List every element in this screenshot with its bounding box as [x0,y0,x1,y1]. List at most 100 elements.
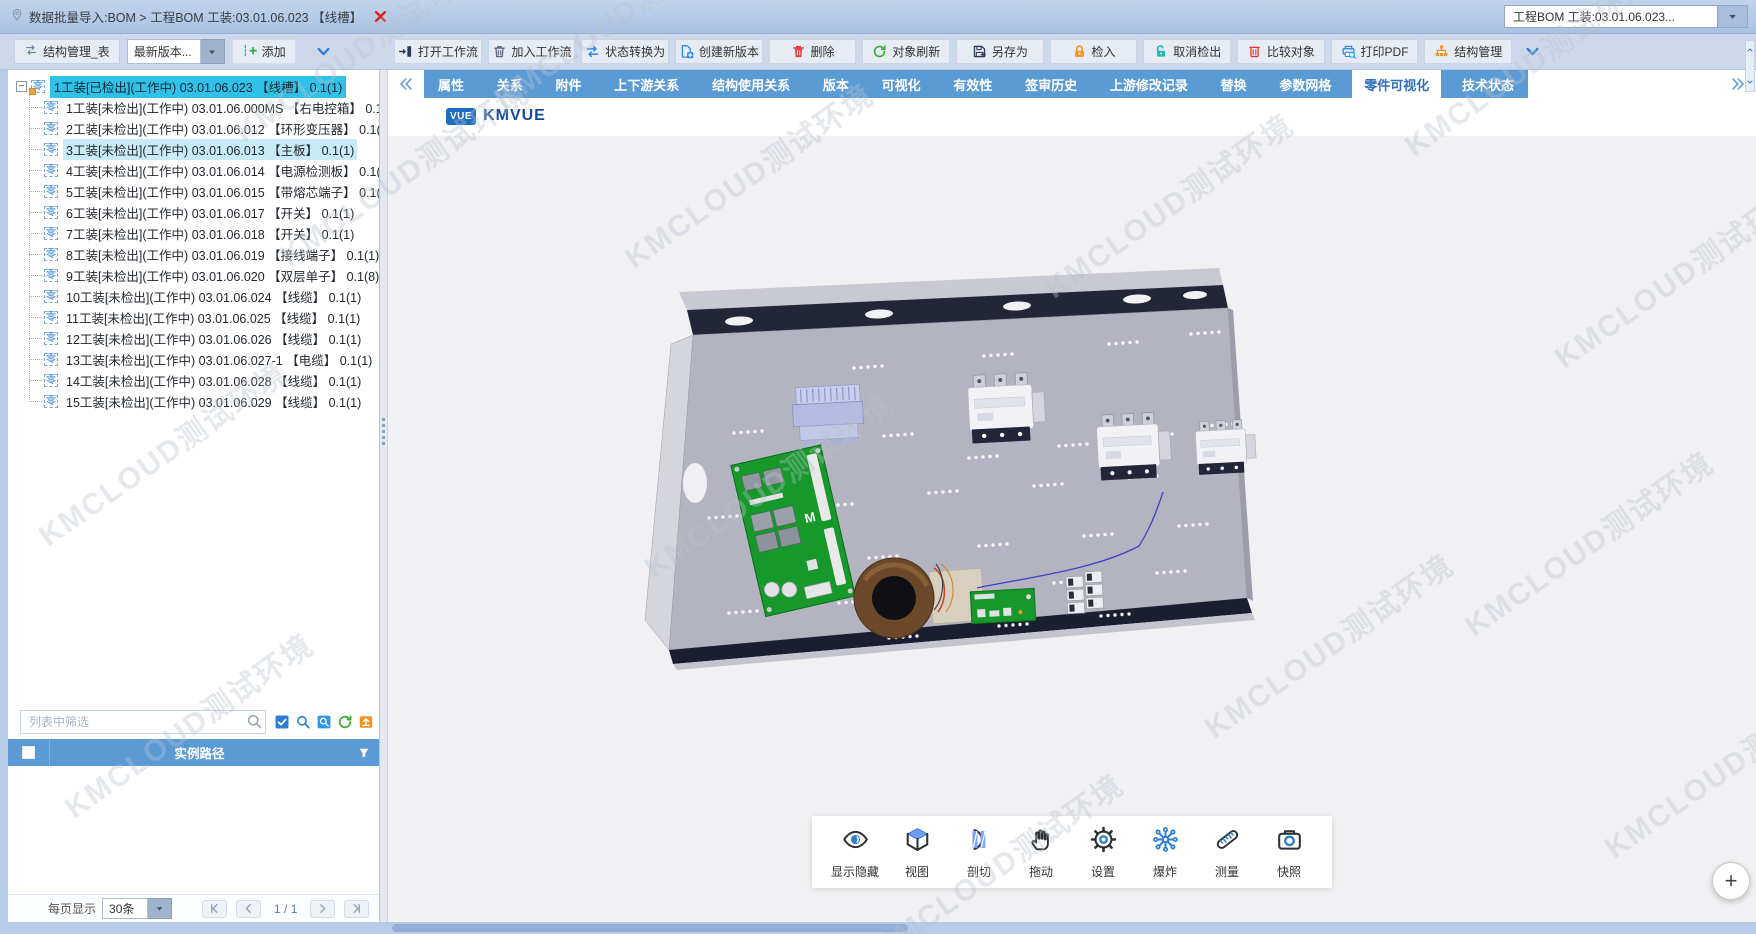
tab-13[interactable]: 技术状态 [1450,70,1526,98]
3d-model-enclosure[interactable]: M [639,268,1279,698]
zoom-plus-button[interactable]: + [1712,862,1750,900]
tree-item-14[interactable]: 零14工装[未检出](工作中) 03.01.06.028 【线缆】 0.1(1) [29,370,379,391]
context-selector-arrow[interactable] [1718,5,1748,28]
structure-table-button[interactable]: 结构管理_表 [14,39,120,64]
tab-6[interactable]: 可视化 [870,70,933,98]
tab-9[interactable]: 上游修改记录 [1098,70,1200,98]
viewer-tool-explode[interactable]: 爆炸 [1134,826,1196,880]
tab-1[interactable]: 关系 [485,70,535,98]
toolbar-button-state-transform[interactable]: 状态转换为 [581,39,669,64]
search-icon[interactable] [246,713,263,733]
tree-item-10[interactable]: 零10工装[未检出](工作中) 03.01.06.024 【线缆】 0.1(1) [29,286,379,307]
left-toolbar-overflow-chevron-icon[interactable] [315,43,332,60]
viewer-tool-settings-gear[interactable]: 设置 [1072,826,1134,880]
toolbar-button-new-version[interactable]: 创建新版本 [675,39,763,64]
viewer-tool-visibility[interactable]: 显示隐藏 [824,826,886,880]
toolbar-button-print-pdf[interactable]: 打印PDF [1331,39,1419,64]
view-cube-icon [904,826,931,856]
last-page-button[interactable] [344,900,369,918]
tree-item-15[interactable]: 零15工装[未检出](工作中) 03.01.06.029 【线缆】 0.1(1) [29,391,379,412]
tab-5[interactable]: 版本 [811,70,861,98]
viewer-tool-measure-ruler[interactable]: 测量 [1196,826,1258,880]
tab-0[interactable]: 属性 [426,70,476,98]
horizontal-scrollbar[interactable] [0,922,1756,934]
part-icon: 零 [44,164,58,177]
check-square-icon[interactable] [273,713,291,731]
tab-11[interactable]: 参数网格 [1267,70,1343,98]
toolbar-button-check-in[interactable]: 检入 [1050,39,1138,64]
toolbar-button-workflow-join[interactable]: 加入工作流 [488,39,576,64]
tree-item-11[interactable]: 零11工装[未检出](工作中) 03.01.06.025 【线缆】 0.1(1) [29,307,379,328]
toolbar-button-object-refresh[interactable]: 对象刷新 [862,39,950,64]
zoom-search-icon[interactable] [294,713,312,731]
scroll-down-icon[interactable] [1746,75,1754,89]
toolbar-button-save-as[interactable]: 另存为 [956,39,1044,64]
page-navigation: 1 / 1 [202,900,369,918]
tree-item-5[interactable]: 零5工装[未检出](工作中) 03.01.06.015 【带熔芯端子】 0.1(… [29,181,379,202]
version-selector[interactable]: 最新版本... [127,39,225,64]
context-selector[interactable]: 工程BOM 工装:03.01.06.023... [1504,5,1748,28]
close-breadcrumb-icon[interactable] [373,9,388,24]
list-filter-input[interactable] [20,710,266,734]
toolbar-overflow-chevron-icon[interactable] [1524,43,1541,60]
first-page-button[interactable] [202,900,227,918]
tab-2[interactable]: 附件 [544,70,594,98]
splitter-grip[interactable] [382,418,385,446]
settings-gear-icon [1090,826,1117,856]
tree-item-8[interactable]: 零8工装[未检出](工作中) 03.01.06.019 【接线端子】 0.1(1… [29,244,379,265]
location-pin-icon [10,8,24,25]
prev-page-button[interactable] [236,900,261,918]
tree-item-3[interactable]: 零3工装[未检出](工作中) 03.01.06.013 【主板】 0.1(1) [29,139,379,160]
per-page-selector[interactable]: 30条 [102,898,172,919]
scroll-up-icon[interactable] [1746,43,1754,57]
toolbar-button-cancel-checkout[interactable]: 取消检出 [1143,39,1231,64]
tab-4[interactable]: 结构使用关系 [700,70,802,98]
tab-3[interactable]: 上下游关系 [602,70,691,98]
toolbar-button-compare-object[interactable]: 比较对象 [1237,39,1325,64]
tree-item-12[interactable]: 零12工装[未检出](工作中) 03.01.06.026 【线缆】 0.1(1) [29,328,379,349]
3d-canvas[interactable]: M [388,136,1756,922]
tree-item-2[interactable]: 零2工装[未检出](工作中) 03.01.06.012 【环形变压器】 0.1(… [29,118,379,139]
viewer-tool-view-cube[interactable]: 视图 [886,826,948,880]
toolbar-button-workflow-open[interactable]: 打开工作流 [394,39,482,64]
cancel-checkout-icon [1153,44,1168,59]
horizontal-scrollbar-thumb[interactable] [392,924,908,932]
tree-root-row[interactable]: −零1工装[已检出](工作中) 03.01.06.023 【线槽】 0.1(1) [16,76,379,97]
column-filter-funnel-icon[interactable] [349,746,379,760]
select-all-checkbox[interactable] [22,746,35,759]
tabs: 属性关系附件上下游关系结构使用关系版本可视化有效性签审历史上游修改记录替换参数网… [424,70,1528,98]
toolbar-button-delete[interactable]: 删除 [769,39,857,64]
object-refresh-icon [872,44,887,59]
panel-splitter[interactable] [380,70,388,922]
part-icon: 零 [44,332,58,345]
tree-item-9[interactable]: 零9工装[未检出](工作中) 03.01.06.020 【双层单子】 0.1(8… [29,265,379,286]
viewer-tool-snapshot-camera[interactable]: 快照 [1258,826,1320,880]
viewer-tool-section-cut[interactable]: 剖切 [948,826,1010,880]
upload-export-icon[interactable] [357,713,375,731]
next-page-button[interactable] [310,900,335,918]
tree-item-7[interactable]: 零7工装[未检出](工作中) 03.01.06.018 【开关】 0.1(1) [29,223,379,244]
tree-item-1[interactable]: 零1工装[未检出](工作中) 03.01.06.000MS 【右电控箱】 0.1… [29,97,379,118]
tab-8[interactable]: 签审历史 [1013,70,1089,98]
tree-item-4[interactable]: 零4工装[未检出](工作中) 03.01.06.014 【电源检测板】 0.1(… [29,160,379,181]
part-visualization-viewer: VUE KMVUE [388,98,1756,922]
toolbar-button-structure-manage[interactable]: 结构管理 [1424,39,1512,64]
left-edge-strip [0,70,8,922]
collapse-toggle-icon[interactable]: − [16,81,27,92]
tab-10[interactable]: 替换 [1209,70,1259,98]
detail-tab-bar: 属性关系附件上下游关系结构使用关系版本可视化有效性签审历史上游修改记录替换参数网… [388,70,1756,98]
refresh-green-icon[interactable] [336,713,354,731]
tab-7[interactable]: 有效性 [941,70,1004,98]
detail-panel: 属性关系附件上下游关系结构使用关系版本可视化有效性签审历史上游修改记录替换参数网… [388,70,1756,922]
per-page-arrow[interactable] [148,898,172,919]
tabs-scroll-left-icon[interactable] [388,70,424,98]
tree-item-6[interactable]: 零6工装[未检出](工作中) 03.01.06.017 【开关】 0.1(1) [29,202,379,223]
select-all-cell[interactable] [8,739,50,766]
doc-search-icon[interactable] [315,713,333,731]
version-selector-arrow[interactable] [201,39,225,64]
add-button[interactable]: 添加 [232,39,296,64]
viewer-tool-drag-hand[interactable]: 拖动 [1010,826,1072,880]
tree-item-13[interactable]: 零13工装[未检出](工作中) 03.01.06.027-1 【电缆】 0.1(… [29,349,379,370]
toolbar-mini-scrollbar[interactable] [1745,40,1755,92]
tab-12[interactable]: 零件可视化 [1352,70,1441,98]
